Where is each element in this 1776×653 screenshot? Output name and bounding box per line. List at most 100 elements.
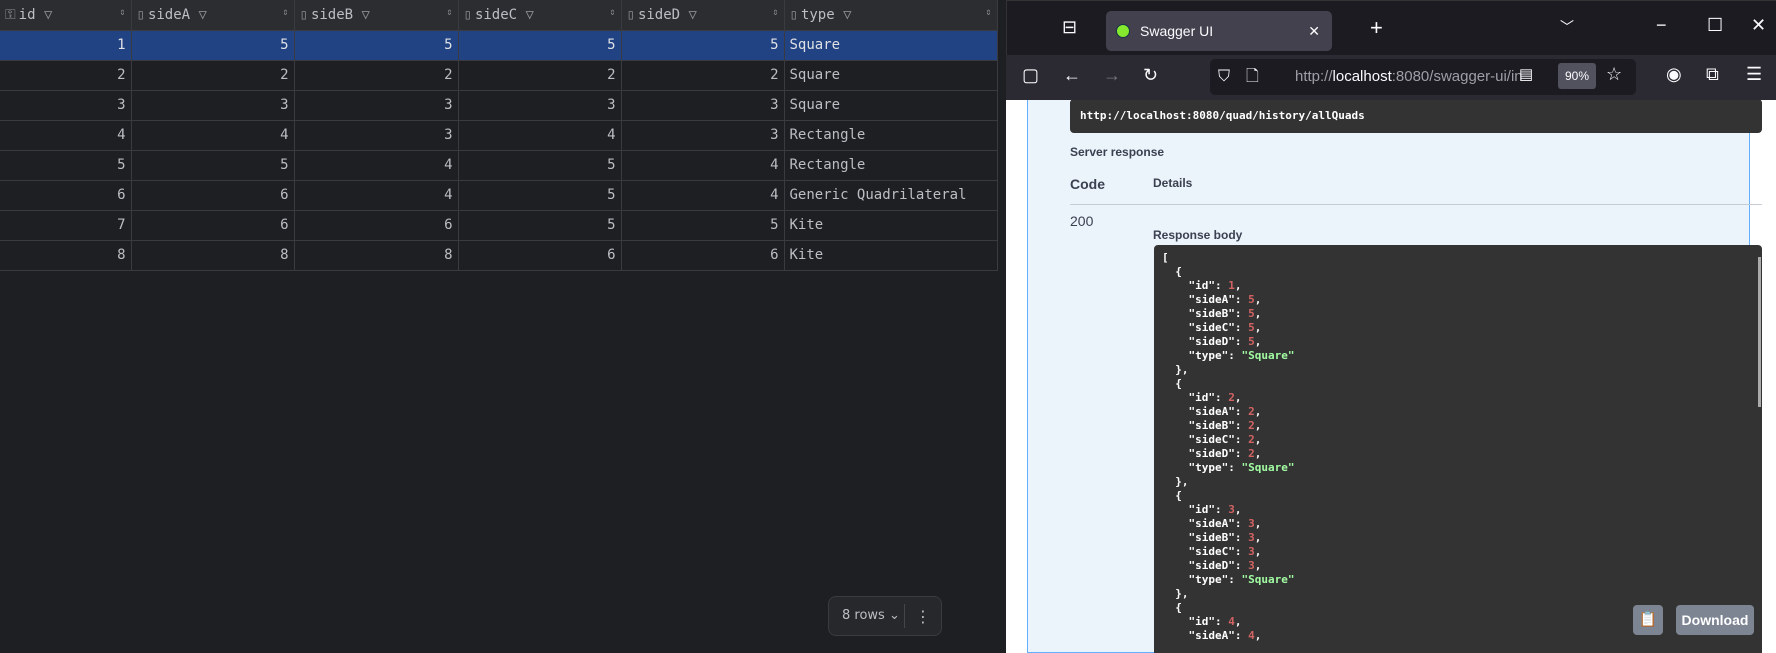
bookmark-star-icon[interactable]: ☆ <box>1606 64 1622 85</box>
sort-icon[interactable]: ⇕ <box>119 7 125 18</box>
cell-sideC[interactable]: 5 <box>458 180 622 211</box>
sort-icon[interactable]: ⇕ <box>446 7 452 18</box>
cell-id[interactable]: 4 <box>0 120 132 151</box>
cell-sideB[interactable]: 8 <box>294 240 459 271</box>
filter-icon[interactable]: ▽ <box>44 7 52 23</box>
cell-id[interactable]: 2 <box>0 60 132 91</box>
cell-id[interactable]: 8 <box>0 240 132 271</box>
cell-sideB[interactable]: 3 <box>294 90 459 121</box>
account-icon[interactable]: ◉ <box>1666 64 1682 85</box>
table-row[interactable]: 5 5 4 5 4 Rectangle <box>0 150 998 181</box>
cell-sideB[interactable]: 3 <box>294 120 459 151</box>
cell-type[interactable]: Kite <box>784 240 998 271</box>
cell-sideA[interactable]: 6 <box>131 180 295 211</box>
cell-sideB[interactable]: 2 <box>294 60 459 91</box>
cell-id[interactable]: 7 <box>0 210 132 241</box>
column-icon: ▯ <box>789 6 798 23</box>
tab-groups-icon[interactable]: ⊟ <box>1062 17 1077 38</box>
list-tabs-chevron-icon[interactable]: ﹀ <box>1560 17 1574 37</box>
back-icon[interactable]: ← <box>1063 65 1081 86</box>
table-row[interactable]: 6 6 4 5 4 Generic Quadrilateral <box>0 180 998 211</box>
reader-view-icon[interactable]: ▤ <box>1519 65 1533 83</box>
cell-sideC[interactable]: 2 <box>458 60 622 91</box>
column-header-sideD[interactable]: ▯ sideD ▽ ⇕ <box>621 0 785 31</box>
cell-sideA[interactable]: 6 <box>131 210 295 241</box>
table-row[interactable]: 1 5 5 5 5 Square <box>0 30 998 61</box>
cell-type[interactable]: Square <box>784 90 998 121</box>
zoom-level-button[interactable]: 90% <box>1558 63 1596 89</box>
close-tab-icon[interactable]: ✕ <box>1308 23 1320 40</box>
maximize-icon[interactable]: ☐ <box>1707 15 1723 36</box>
more-options-icon[interactable]: ⋮ <box>905 607 941 626</box>
cell-sideD[interactable]: 4 <box>621 150 785 181</box>
table-row[interactable]: 8 8 8 6 6 Kite <box>0 240 998 271</box>
cell-type[interactable]: Rectangle <box>784 120 998 151</box>
cell-sideD[interactable]: 5 <box>621 30 785 61</box>
cell-sideD[interactable]: 6 <box>621 240 785 271</box>
cell-id[interactable]: 6 <box>0 180 132 211</box>
close-window-icon[interactable]: ✕ <box>1751 15 1766 36</box>
download-button[interactable]: Download <box>1676 605 1754 635</box>
cell-sideA[interactable]: 3 <box>131 90 295 121</box>
cell-sideC[interactable]: 5 <box>458 150 622 181</box>
cell-sideC[interactable]: 5 <box>458 30 622 61</box>
sort-icon[interactable]: ⇕ <box>985 7 991 18</box>
filter-icon[interactable]: ▽ <box>362 7 370 23</box>
column-header-type[interactable]: ▯ type ▽ ⇕ <box>784 0 998 31</box>
copy-to-clipboard-button[interactable]: 📋 <box>1633 605 1663 635</box>
cell-sideD[interactable]: 5 <box>621 210 785 241</box>
table-row[interactable]: 2 2 2 2 2 Square <box>0 60 998 91</box>
table-row[interactable]: 4 4 3 4 3 Rectangle <box>0 120 998 151</box>
column-header-sideB[interactable]: ▯ sideB ▽ ⇕ <box>294 0 459 31</box>
cell-id[interactable]: 5 <box>0 150 132 181</box>
cell-type[interactable]: Generic Quadrilateral <box>784 180 998 211</box>
cell-id[interactable]: 1 <box>0 30 132 61</box>
filter-icon[interactable]: ▽ <box>843 7 851 23</box>
menu-icon[interactable]: ☰ <box>1746 64 1762 85</box>
details-header: Details <box>1153 176 1193 190</box>
cell-sideC[interactable]: 6 <box>458 240 622 271</box>
cell-sideA[interactable]: 4 <box>131 120 295 151</box>
cell-type[interactable]: Square <box>784 60 998 91</box>
minimize-icon[interactable]: − <box>1656 15 1667 36</box>
cell-type[interactable]: Rectangle <box>784 150 998 181</box>
cell-sideC[interactable]: 5 <box>458 210 622 241</box>
tab-swagger-ui[interactable]: Swagger UI ✕ <box>1106 11 1332 51</box>
sort-icon[interactable]: ⇕ <box>282 7 288 18</box>
cell-sideB[interactable]: 6 <box>294 210 459 241</box>
sort-icon[interactable]: ⇕ <box>609 7 615 18</box>
shield-icon[interactable]: ⛉ <box>1218 59 1230 95</box>
column-header-sideC[interactable]: ▯ sideC ▽ ⇕ <box>458 0 622 31</box>
cell-sideA[interactable]: 2 <box>131 60 295 91</box>
cell-sideB[interactable]: 4 <box>294 180 459 211</box>
cell-sideA[interactable]: 5 <box>131 30 295 61</box>
reload-icon[interactable]: ↻ <box>1143 65 1158 86</box>
sidebar-icon[interactable]: ▢ <box>1022 65 1039 86</box>
row-count-dropdown[interactable]: 8 rows ⌄ <box>829 604 905 628</box>
new-tab-icon[interactable]: + <box>1370 15 1383 41</box>
column-header-sideA[interactable]: ▯ sideA ▽ ⇕ <box>131 0 295 31</box>
cell-sideB[interactable]: 5 <box>294 30 459 61</box>
cell-sideA[interactable]: 5 <box>131 150 295 181</box>
cell-sideA[interactable]: 8 <box>131 240 295 271</box>
forward-icon[interactable]: → <box>1103 65 1121 86</box>
table-row[interactable]: 3 3 3 3 3 Square <box>0 90 998 121</box>
cell-sideD[interactable]: 3 <box>621 120 785 151</box>
cell-sideD[interactable]: 2 <box>621 60 785 91</box>
filter-icon[interactable]: ▽ <box>689 7 697 23</box>
sort-icon[interactable]: ⇕ <box>772 7 778 18</box>
cell-type[interactable]: Square <box>784 30 998 61</box>
cell-sideC[interactable]: 3 <box>458 90 622 121</box>
cell-sideD[interactable]: 3 <box>621 90 785 121</box>
extensions-icon[interactable]: ⧉ <box>1706 64 1719 85</box>
cell-id[interactable]: 3 <box>0 90 132 121</box>
cell-sideB[interactable]: 4 <box>294 150 459 181</box>
filter-icon[interactable]: ▽ <box>199 7 207 23</box>
cell-type[interactable]: Kite <box>784 210 998 241</box>
filter-icon[interactable]: ▽ <box>526 7 534 23</box>
cell-sideC[interactable]: 4 <box>458 120 622 151</box>
table-row[interactable]: 7 6 6 5 5 Kite <box>0 210 998 241</box>
cell-sideD[interactable]: 4 <box>621 180 785 211</box>
column-header-id[interactable]: ⚿ id ▽ ⇕ <box>0 0 132 31</box>
response-scrollbar[interactable] <box>1758 257 1761 407</box>
